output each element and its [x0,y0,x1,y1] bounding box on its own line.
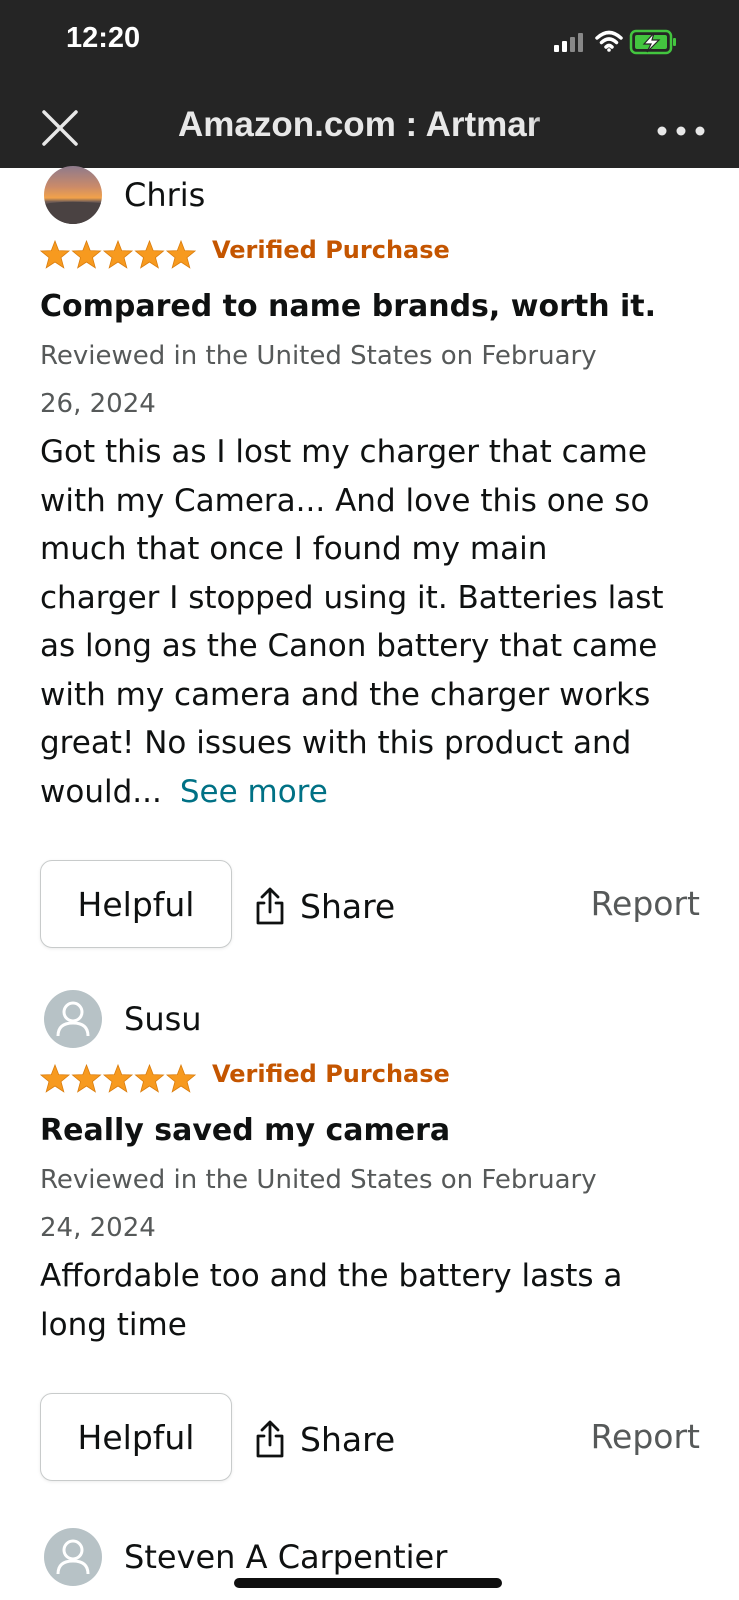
sunset-avatar-image [44,166,102,224]
battery-charging-icon [629,29,676,55]
review-body-truncated: would... [40,773,162,810]
avatar[interactable] [44,166,102,224]
review-date-line: 26, 2024 [40,389,156,419]
review-body-line: with my Camera... And love this one so [40,482,650,519]
review-date: Reviewed in the United States on Februar… [40,332,700,428]
review-body-line: as long as the Canon battery that came [40,628,658,664]
share-icon [256,1420,284,1458]
avatar[interactable] [44,990,102,1048]
report-link[interactable]: Report [591,1417,700,1456]
review-title: Compared to name brands, worth it. [40,289,657,324]
status-bar: 12:20 [0,0,739,86]
browser-nav-bar: Amazon.com : Artmar [0,86,739,168]
close-button[interactable] [40,108,80,148]
five-star-rating-icon[interactable] [40,240,196,270]
five-star-rating-icon[interactable] [40,1064,196,1094]
review-actions: Helpful Share Report [40,860,700,952]
rating-row: Verified Purchase [40,1058,700,1102]
review-body-line: long time [40,1306,187,1343]
review-body-line: Got this as I lost my charger that came [40,434,647,470]
more-options-button[interactable] [656,122,706,136]
reviewer-name[interactable]: Susu [124,1000,202,1038]
share-label: Share [300,886,396,926]
reviewer-name[interactable]: Chris [124,176,205,214]
rating-row: Verified Purchase [40,234,700,278]
reviewer-name[interactable]: Steven A Carpentier [124,1538,447,1576]
share-label: Share [300,1419,396,1459]
share-button[interactable]: Share [254,884,395,928]
verified-purchase-badge: Verified Purchase [212,1060,450,1088]
review-body-line: great! No issues with this product and [40,725,632,761]
review-title: Really saved my camera [40,1113,451,1148]
default-user-icon [56,1539,90,1575]
review-body: Got this as I lost my charger that came … [40,428,700,816]
home-indicator[interactable] [234,1578,502,1588]
review-date-line: Reviewed in the United States on Februar… [40,341,597,371]
review-date-line: Reviewed in the United States on Februar… [40,1165,597,1195]
reviewer-row: Susu [40,990,700,1050]
more-dots-icon [657,126,705,136]
cellular-signal-icon [554,33,583,52]
review-body-line: Affordable too and the battery lasts a [40,1258,623,1294]
review-actions: Helpful Share Report [40,1393,700,1485]
close-icon [42,110,78,146]
reviewer-row: Chris [40,166,700,226]
review-card: Susu Verified Purchase Really saved my c… [40,990,700,1485]
review-body-line: charger I stopped using it. Batteries la… [40,579,664,616]
status-time: 12:20 [66,22,141,54]
review-date-line: 24, 2024 [40,1213,156,1243]
helpful-button[interactable]: Helpful [40,1393,232,1481]
helpful-button[interactable]: Helpful [40,860,232,948]
verified-purchase-badge: Verified Purchase [212,236,450,264]
review-body: Affordable too and the battery lasts a l… [40,1252,700,1349]
see-more-link[interactable]: See more [180,774,328,810]
share-icon [256,887,284,925]
default-user-icon [56,1001,90,1037]
review-body-line: would... See more [40,768,700,817]
review-date: Reviewed in the United States on Februar… [40,1156,700,1252]
page-title: Amazon.com : Artmar [178,105,541,144]
avatar[interactable] [44,1528,102,1586]
status-icons [551,26,691,64]
review-body-line: much that once I found my main [40,531,548,567]
report-link[interactable]: Report [591,884,700,923]
share-button[interactable]: Share [254,1417,395,1461]
review-card: Chris Verified Purchase Compared to name… [40,166,700,952]
review-body-line: with my camera and the charger works [40,676,651,713]
title-fade [530,100,578,150]
wifi-icon [595,30,623,52]
